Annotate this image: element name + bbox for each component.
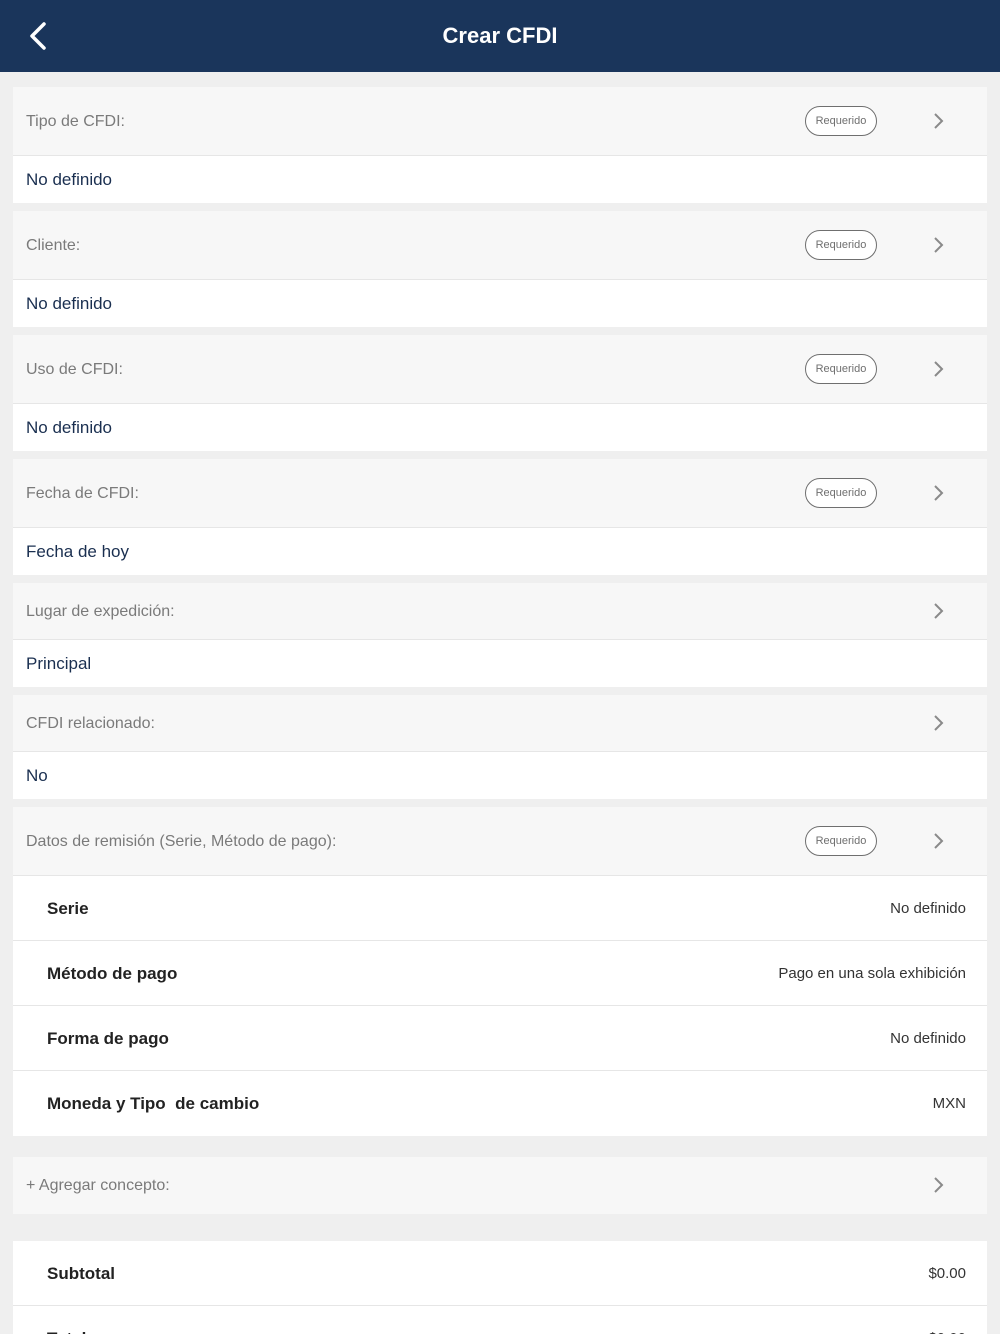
forma-pago-label: Forma de pago [47,1029,169,1048]
section-value-row: Principal [13,640,987,687]
section-value: Principal [26,654,92,673]
chevron-right-icon [934,833,944,849]
cfdi-relacionado-selector[interactable]: CFDI relacionado: [13,695,987,752]
metodo-pago-value: Pago en una sola exhibición [778,965,966,982]
section-value-row: No [13,752,987,799]
section-label: Fecha de CFDI: [26,485,139,502]
remision-row-moneda: Moneda y Tipo de cambio MXN [13,1071,987,1136]
section-tipo-cfdi: Tipo de CFDI: Requerido No definido [13,87,987,203]
serie-label: Serie [47,899,89,918]
chevron-right-icon [934,1177,944,1193]
section-label: Uso de CFDI: [26,361,123,378]
required-badge: Requerido [805,354,877,384]
moneda-label: Moneda y Tipo de cambio [47,1094,260,1113]
section-value-row: Fecha de hoy [13,528,987,575]
moneda-value: MXN [932,1095,966,1112]
section-value: No [26,766,48,785]
section-value-row: No definido [13,404,987,451]
section-label: Tipo de CFDI: [26,113,125,130]
chevron-right-icon [934,361,944,377]
chevron-right-icon [934,237,944,253]
subtotal-label: Subtotal [47,1264,115,1283]
add-concept-label: + Agregar concepto: [26,1177,170,1194]
datos-remision-selector[interactable]: Datos de remisión (Serie, Método de pago… [13,807,987,876]
section-value: No definido [26,294,113,313]
total-value: $0.00 [928,1306,966,1334]
remision-row-metodo-pago: Método de pago Pago en una sola exhibici… [13,941,987,1006]
tipo-cfdi-selector[interactable]: Tipo de CFDI: Requerido [13,87,987,156]
required-badge: Requerido [805,826,877,856]
section-label: CFDI relacionado: [26,715,155,732]
section-lugar-expedicion: Lugar de expedición: Principal [13,583,987,687]
subtotal-row: Subtotal $0.00 [13,1241,987,1306]
section-value-row: No definido [13,280,987,327]
remision-row-serie: Serie No definido [13,876,987,941]
chevron-right-icon [934,715,944,731]
section-value: No definido [26,418,113,437]
section-uso-cfdi: Uso de CFDI: Requerido No definido [13,335,987,451]
total-label: Total [47,1306,86,1334]
cliente-selector[interactable]: Cliente: Requerido [13,211,987,280]
required-badge: Requerido [805,230,877,260]
forma-pago-value: No definido [890,1030,966,1047]
required-badge: Requerido [805,106,877,136]
subtotal-value: $0.00 [928,1265,966,1282]
section-label: Lugar de expedición: [26,603,175,620]
top-bar: Crear CFDI [0,0,1000,72]
add-concept-button[interactable]: + Agregar concepto: [13,1157,987,1214]
serie-value: No definido [890,900,966,917]
chevron-right-icon [934,485,944,501]
section-fecha-cfdi: Fecha de CFDI: Requerido Fecha de hoy [13,459,987,575]
totals-card: Subtotal $0.00 Total $0.00 [13,1241,987,1334]
required-badge: Requerido [805,478,877,508]
fecha-cfdi-selector[interactable]: Fecha de CFDI: Requerido [13,459,987,528]
section-datos-remision: Datos de remisión (Serie, Método de pago… [13,807,987,1136]
section-value-row: No definido [13,156,987,203]
chevron-right-icon [934,113,944,129]
section-label: Datos de remisión (Serie, Método de pago… [26,833,337,850]
section-cliente: Cliente: Requerido No definido [13,211,987,327]
section-cfdi-relacionado: CFDI relacionado: No [13,695,987,799]
section-value: No definido [26,170,113,189]
page-title: Crear CFDI [442,23,558,48]
lugar-expedicion-selector[interactable]: Lugar de expedición: [13,583,987,640]
uso-cfdi-selector[interactable]: Uso de CFDI: Requerido [13,335,987,404]
total-row: Total $0.00 [13,1306,987,1334]
remision-row-forma-pago: Forma de pago No definido [13,1006,987,1071]
metodo-pago-label: Método de pago [47,964,178,983]
section-value: Fecha de hoy [26,542,130,561]
chevron-right-icon [934,603,944,619]
section-label: Cliente: [26,237,81,254]
